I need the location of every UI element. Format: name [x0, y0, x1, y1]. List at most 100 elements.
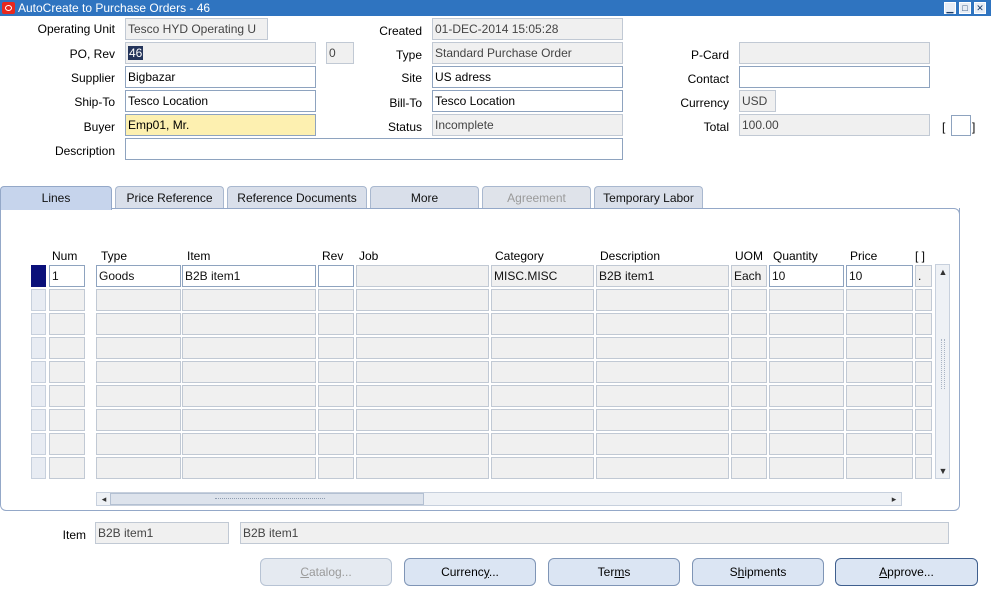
supplier-field[interactable]: Bigbazar — [125, 66, 316, 88]
tab-temporary-labor[interactable]: Temporary Labor — [594, 186, 703, 209]
footer-item-description-field[interactable]: B2B item1 — [240, 522, 949, 544]
created-field[interactable]: 01-DEC-2014 15:05:28 — [432, 18, 623, 40]
line-cell-rev[interactable] — [318, 361, 354, 383]
line-cell-description[interactable] — [596, 313, 729, 335]
tab-more[interactable]: More — [370, 186, 479, 209]
line-cell-quantity[interactable]: 10 — [769, 265, 844, 287]
line-cell-category[interactable] — [491, 313, 594, 335]
line-cell-description[interactable]: B2B item1 — [596, 265, 729, 287]
line-cell-item[interactable] — [182, 457, 316, 479]
line-cell-num[interactable] — [49, 409, 85, 431]
line-cell-rev[interactable] — [318, 289, 354, 311]
line-cell-price[interactable] — [846, 457, 913, 479]
tab-lines[interactable]: Lines — [0, 186, 112, 210]
line-cell-job[interactable] — [356, 337, 489, 359]
line-cell-job[interactable] — [356, 433, 489, 455]
horizontal-scrollbar[interactable]: ◂ ▸ — [96, 492, 902, 506]
tab-price-reference[interactable]: Price Reference — [115, 186, 224, 209]
line-cell-num[interactable] — [49, 361, 85, 383]
site-field[interactable]: US adress — [432, 66, 623, 88]
line-cell-item[interactable]: B2B item1 — [182, 265, 316, 287]
line-cell-flex[interactable]: . — [915, 265, 932, 287]
tab-reference-documents[interactable]: Reference Documents — [227, 186, 367, 209]
line-cell-rev[interactable] — [318, 265, 354, 287]
line-cell-job[interactable] — [356, 265, 489, 287]
line-cell-item[interactable] — [182, 361, 316, 383]
line-cell-description[interactable] — [596, 361, 729, 383]
line-cell-type[interactable] — [96, 361, 181, 383]
line-cell-quantity[interactable] — [769, 433, 844, 455]
footer-item-field[interactable]: B2B item1 — [95, 522, 229, 544]
line-cell-uom[interactable] — [731, 433, 767, 455]
line-cell-type[interactable] — [96, 409, 181, 431]
line-cell-type[interactable] — [96, 433, 181, 455]
line-cell-flex[interactable] — [915, 337, 932, 359]
row-selector[interactable] — [31, 337, 46, 359]
type-field[interactable]: Standard Purchase Order — [432, 42, 623, 64]
operating-unit-field[interactable]: Tesco HYD Operating U — [125, 18, 268, 40]
line-cell-price[interactable] — [846, 409, 913, 431]
row-selector[interactable] — [31, 313, 46, 335]
scroll-right-arrow-icon[interactable]: ▸ — [888, 493, 900, 505]
line-cell-quantity[interactable] — [769, 313, 844, 335]
line-cell-job[interactable] — [356, 361, 489, 383]
vertical-scrollbar[interactable]: ▲ ▼ — [935, 264, 950, 479]
minimize-icon[interactable]: ▁ — [944, 2, 956, 14]
scroll-up-arrow-icon[interactable]: ▲ — [937, 266, 949, 278]
line-cell-rev[interactable] — [318, 313, 354, 335]
line-cell-item[interactable] — [182, 385, 316, 407]
row-selector[interactable] — [31, 433, 46, 455]
line-cell-quantity[interactable] — [769, 409, 844, 431]
line-cell-description[interactable] — [596, 433, 729, 455]
line-cell-price[interactable] — [846, 313, 913, 335]
scroll-left-arrow-icon[interactable]: ◂ — [98, 493, 110, 505]
line-cell-price[interactable] — [846, 433, 913, 455]
line-cell-item[interactable] — [182, 409, 316, 431]
shipments-button[interactable]: Shipments — [692, 558, 824, 586]
line-cell-item[interactable] — [182, 289, 316, 311]
line-cell-description[interactable] — [596, 457, 729, 479]
horizontal-scroll-thumb[interactable] — [110, 493, 424, 505]
line-cell-uom[interactable] — [731, 457, 767, 479]
line-cell-price[interactable] — [846, 385, 913, 407]
line-cell-price[interactable] — [846, 289, 913, 311]
line-cell-job[interactable] — [356, 313, 489, 335]
po-number-field[interactable]: 46 — [125, 42, 316, 64]
row-selector[interactable] — [31, 409, 46, 431]
line-cell-job[interactable] — [356, 385, 489, 407]
total-field[interactable]: 100.00 — [739, 114, 930, 136]
bill-to-field[interactable]: Tesco Location — [432, 90, 623, 112]
line-cell-num[interactable]: 1 — [49, 265, 85, 287]
line-cell-item[interactable] — [182, 337, 316, 359]
line-cell-description[interactable] — [596, 385, 729, 407]
row-selector[interactable] — [31, 265, 46, 287]
line-cell-category[interactable] — [491, 289, 594, 311]
ship-to-field[interactable]: Tesco Location — [125, 90, 316, 112]
row-selector[interactable] — [31, 361, 46, 383]
line-cell-quantity[interactable] — [769, 289, 844, 311]
line-cell-flex[interactable] — [915, 433, 932, 455]
line-cell-quantity[interactable] — [769, 457, 844, 479]
line-cell-type[interactable] — [96, 313, 181, 335]
line-cell-description[interactable] — [596, 337, 729, 359]
contact-field[interactable] — [739, 66, 930, 88]
line-cell-uom[interactable]: Each — [731, 265, 767, 287]
line-cell-uom[interactable] — [731, 313, 767, 335]
line-cell-rev[interactable] — [318, 385, 354, 407]
line-cell-type[interactable]: Goods — [96, 265, 181, 287]
buyer-field[interactable]: Emp01, Mr. — [125, 114, 316, 136]
line-cell-category[interactable] — [491, 337, 594, 359]
line-cell-type[interactable] — [96, 289, 181, 311]
descriptive-flexfield[interactable] — [951, 115, 971, 136]
line-cell-job[interactable] — [356, 289, 489, 311]
line-cell-category[interactable] — [491, 433, 594, 455]
scroll-down-arrow-icon[interactable]: ▼ — [937, 465, 949, 477]
line-cell-flex[interactable] — [915, 313, 932, 335]
line-cell-flex[interactable] — [915, 289, 932, 311]
line-cell-category[interactable] — [491, 361, 594, 383]
line-cell-quantity[interactable] — [769, 361, 844, 383]
line-cell-item[interactable] — [182, 313, 316, 335]
line-cell-uom[interactable] — [731, 361, 767, 383]
line-cell-quantity[interactable] — [769, 385, 844, 407]
line-cell-flex[interactable] — [915, 361, 932, 383]
